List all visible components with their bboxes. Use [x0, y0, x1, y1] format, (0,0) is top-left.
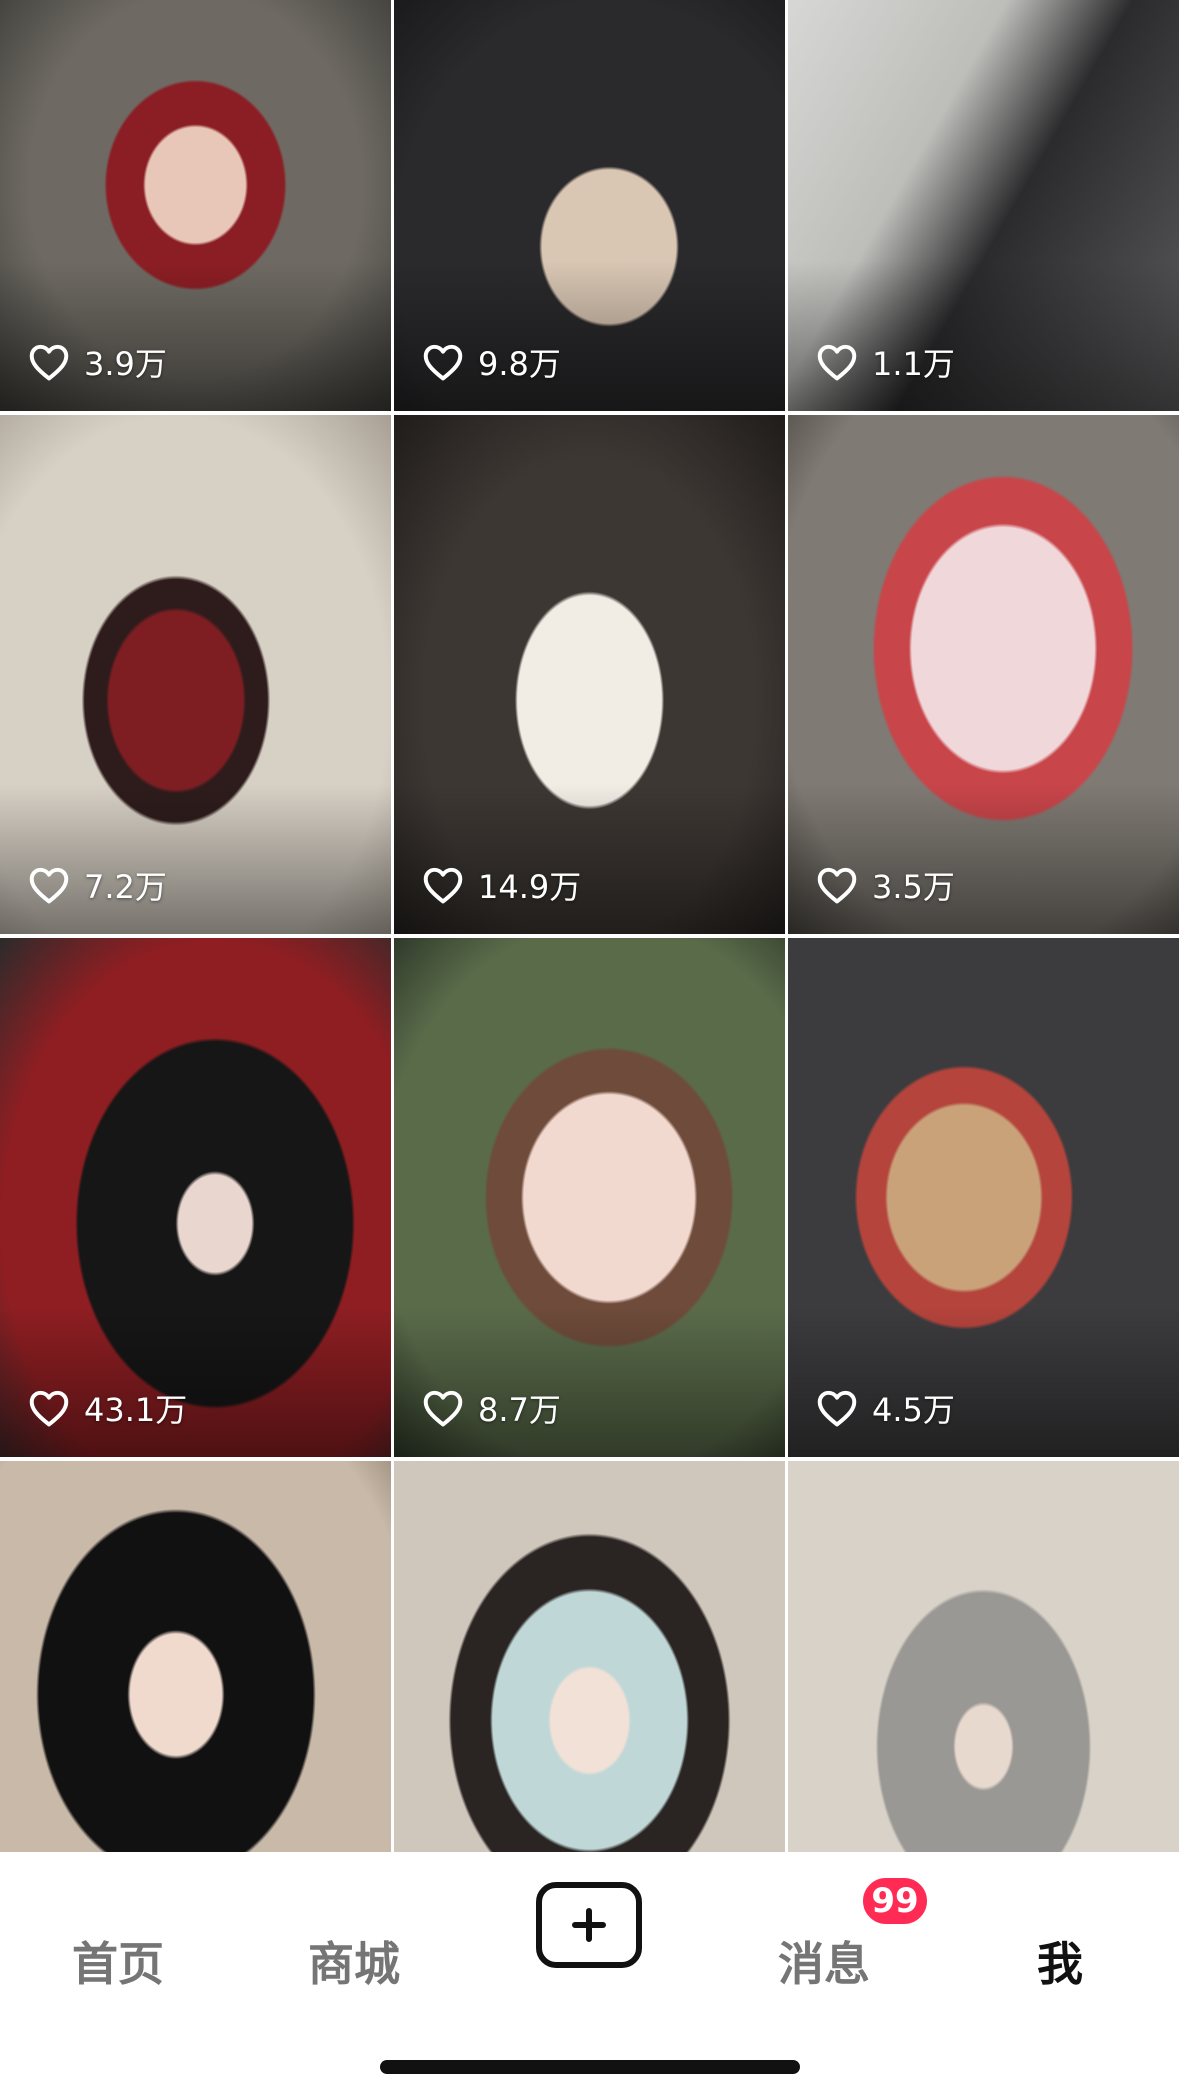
- heart-outline-icon: [29, 344, 69, 381]
- like-count-label: 9.8万: [478, 345, 561, 383]
- tab-me[interactable]: 我: [1037, 1928, 1083, 1994]
- like-count: 14.9万: [422, 862, 581, 908]
- like-count: 8.7万: [422, 1385, 561, 1431]
- video-thumbnail: [394, 1461, 785, 1852]
- like-count: 43.1万: [28, 1385, 187, 1431]
- heart-outline-icon: [423, 1390, 463, 1427]
- heart-outline-icon: [817, 344, 857, 381]
- video-tile[interactable]: [394, 1461, 785, 1852]
- video-tile[interactable]: 43.1万: [0, 938, 391, 1457]
- video-tile[interactable]: [0, 1461, 391, 1852]
- video-tile[interactable]: 7.2万: [0, 415, 391, 934]
- like-count-label: 8.7万: [478, 1391, 561, 1429]
- like-count-label: 14.9万: [478, 868, 582, 906]
- like-count: 1.1万: [816, 339, 955, 385]
- home-indicator: [380, 2060, 800, 2074]
- create-button[interactable]: [536, 1882, 642, 1968]
- video-thumbnail: [788, 1461, 1179, 1852]
- like-count-label: 4.5万: [872, 1391, 955, 1429]
- messages-badge: 99: [860, 1875, 930, 1927]
- video-tile[interactable]: 3.9万: [0, 0, 391, 411]
- like-count: 9.8万: [422, 339, 561, 385]
- like-count-label: 43.1万: [84, 1391, 188, 1429]
- video-thumbnail: [0, 1461, 391, 1852]
- like-count-label: 7.2万: [84, 868, 167, 906]
- like-count: 4.5万: [816, 1385, 955, 1431]
- tab-messages[interactable]: 消息: [778, 1928, 870, 1994]
- video-tile[interactable]: 1.1万: [788, 0, 1179, 411]
- tab-mall[interactable]: 商城: [308, 1928, 400, 1994]
- video-grid: 3.9万 9.8万 1.1万 7.2万 14.9万 3.5万 43.1万 8.7…: [0, 0, 1179, 1852]
- video-tile[interactable]: 3.5万: [788, 415, 1179, 934]
- video-tile[interactable]: [788, 1461, 1179, 1852]
- heart-outline-icon: [817, 867, 857, 904]
- like-count: 3.5万: [816, 862, 955, 908]
- like-count: 7.2万: [28, 862, 167, 908]
- heart-outline-icon: [423, 867, 463, 904]
- video-tile[interactable]: 9.8万: [394, 0, 785, 411]
- like-count-label: 3.9万: [84, 345, 167, 383]
- heart-outline-icon: [29, 867, 69, 904]
- plus-icon: [572, 1908, 606, 1942]
- like-count-label: 3.5万: [872, 868, 955, 906]
- heart-outline-icon: [29, 1390, 69, 1427]
- like-count: 3.9万: [28, 339, 167, 385]
- video-tile[interactable]: 14.9万: [394, 415, 785, 934]
- video-tile[interactable]: 4.5万: [788, 938, 1179, 1457]
- video-tile[interactable]: 8.7万: [394, 938, 785, 1457]
- tab-home[interactable]: 首页: [72, 1928, 164, 1994]
- like-count-label: 1.1万: [872, 345, 955, 383]
- heart-outline-icon: [817, 1390, 857, 1427]
- heart-outline-icon: [423, 344, 463, 381]
